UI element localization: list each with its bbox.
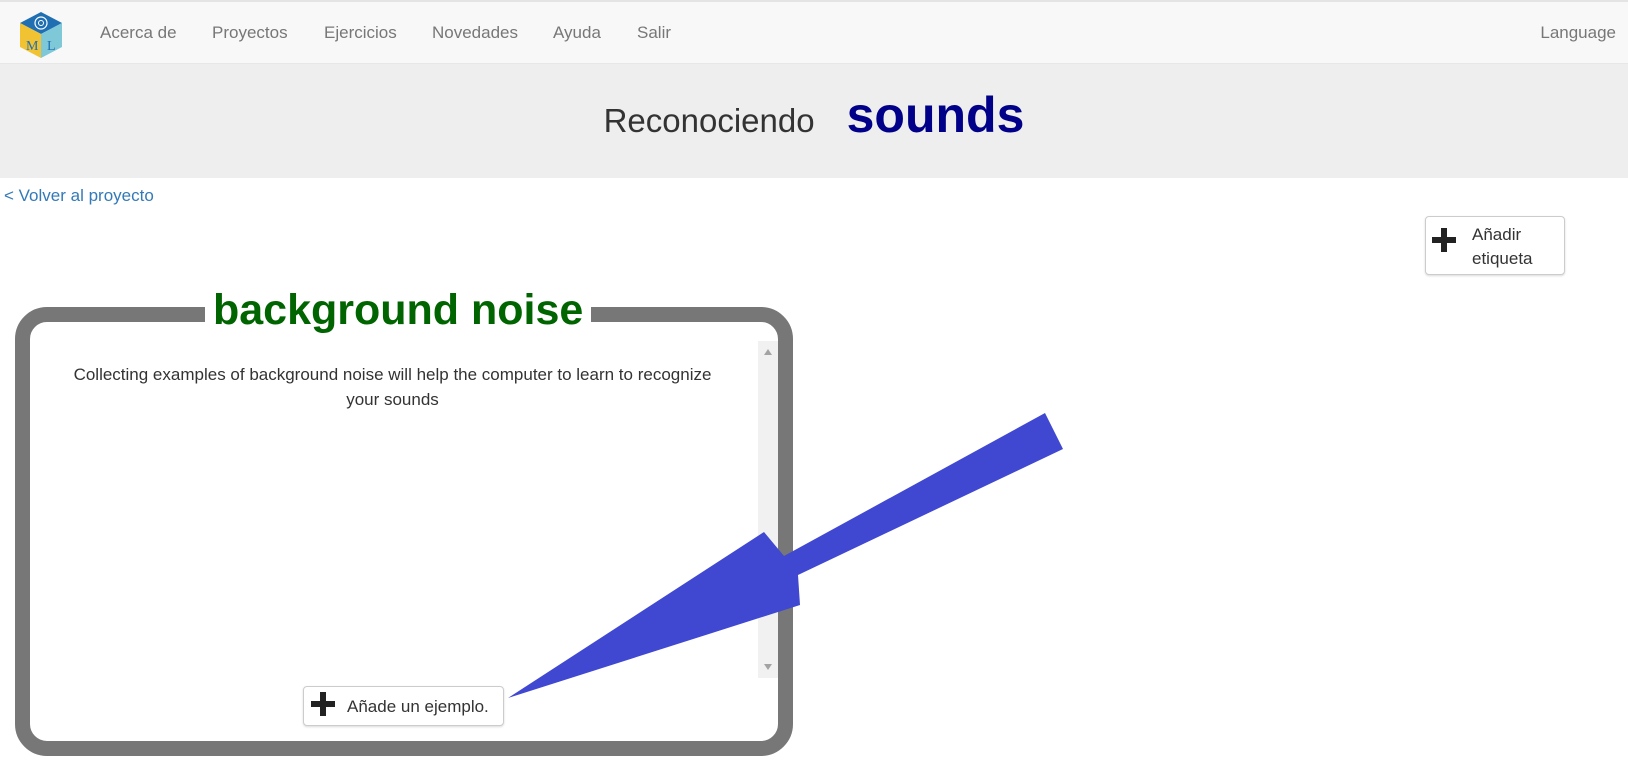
scroll-down-arrow-icon[interactable] <box>764 664 772 670</box>
top-navbar: M L Acerca de Proyectos Ejercicios Noved… <box>0 0 1628 64</box>
scroll-up-arrow-icon[interactable] <box>764 349 772 355</box>
page-title: Reconociendo sounds <box>0 86 1628 144</box>
add-label-button-label: Añadir etiqueta <box>1472 225 1533 268</box>
nav-item-ayuda[interactable]: Ayuda <box>553 22 601 44</box>
page-title-prefix: Reconociendo <box>603 102 815 139</box>
label-description: Collecting examples of background noise … <box>73 365 712 409</box>
add-example-button-label: Añade un ejemplo. <box>347 697 489 716</box>
language-menu[interactable]: Language <box>1540 22 1616 44</box>
nav-item-novedades[interactable]: Novedades <box>432 22 518 44</box>
page-header: Reconociendo sounds <box>0 64 1628 178</box>
plus-icon <box>311 692 335 716</box>
logo-letter-l: L <box>47 39 56 54</box>
label-title: background noise <box>205 282 592 338</box>
add-label-button[interactable]: Añadir etiqueta <box>1425 216 1565 275</box>
logo-letter-m: M <box>26 39 39 54</box>
nav-item-salir[interactable]: Salir <box>637 22 671 44</box>
back-to-project-link[interactable]: < Volver al proyecto <box>4 186 154 206</box>
add-example-button[interactable]: Añade un ejemplo. <box>303 686 504 726</box>
project-name: sounds <box>846 87 1025 143</box>
examples-scrollbar[interactable] <box>758 341 778 678</box>
nav-item-ejercicios[interactable]: Ejercicios <box>324 22 397 44</box>
plus-icon <box>1432 228 1456 252</box>
ml-cube-logo[interactable]: M L <box>18 10 64 60</box>
nav-item-acerca-de[interactable]: Acerca de <box>100 22 177 44</box>
nav-item-proyectos[interactable]: Proyectos <box>212 22 288 44</box>
